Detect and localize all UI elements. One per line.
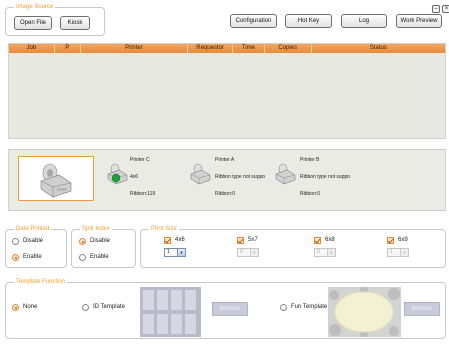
split-index-enable-label: Enable (90, 254, 109, 260)
split-index-enable-radio[interactable] (79, 254, 86, 261)
printer-large-icon (40, 163, 72, 198)
job-table-header: Job P Printer Requestor Time Copies Stat… (9, 44, 445, 53)
fun-template-radio[interactable] (280, 304, 287, 311)
hot-key-button[interactable]: Hot Key (285, 14, 332, 28)
printer-a-ribbon: Ribbon:0 (215, 191, 236, 197)
printer-c-ribbon: Ribbon:119 (130, 191, 156, 197)
size-6x9-checkbox[interactable] (387, 237, 394, 244)
column-p[interactable]: P (55, 44, 81, 53)
image-source-legend: Image Source (14, 3, 56, 12)
id-template-radio[interactable] (82, 304, 89, 311)
id-template-preview (140, 287, 201, 337)
column-copies[interactable]: Copies (265, 44, 312, 53)
printer-a-status: Ribbon type not suppo (215, 174, 266, 180)
template-function-legend: Template Function (14, 278, 68, 287)
column-job[interactable]: Job (9, 44, 55, 53)
printer-b-icon[interactable] (274, 163, 298, 185)
date-printed-enable-radio[interactable] (12, 254, 19, 261)
size-6x9-qty-value: 1 (390, 249, 393, 255)
id-template-label: ID Template (93, 304, 125, 310)
date-printed-enable-label: Enable (23, 254, 42, 260)
split-index-group: Split Index Disable Enable (71, 225, 136, 268)
size-6x8-qty-value: 0 (317, 249, 320, 255)
date-printed-legend: Date Printed (14, 225, 52, 234)
open-file-button[interactable]: Open File (14, 16, 52, 30)
fun-template-browse-button[interactable]: Browse (404, 302, 440, 316)
size-6x8-label: 6x8 (325, 237, 335, 243)
printer-a-icon[interactable] (189, 163, 213, 185)
size-5x7-qty-select[interactable]: 0 ▼ (237, 248, 259, 257)
template-none-label: None (23, 304, 38, 310)
printer-c-name: Printer C (130, 157, 150, 163)
size-4x6-qty-value: 1 (167, 249, 170, 255)
job-table: Job P Printer Requestor Time Copies Stat… (8, 43, 446, 139)
fun-template-preview (328, 287, 401, 337)
size-6x9-label: 6x9 (398, 237, 408, 243)
date-printed-disable-radio[interactable] (12, 238, 19, 245)
chevron-down-icon: ▼ (250, 249, 258, 256)
split-index-disable-label: Disable (90, 238, 111, 244)
template-function-group: Template Function None ID Template Brows… (5, 278, 446, 339)
column-printer[interactable]: Printer (81, 44, 189, 53)
minimize-icon[interactable]: – (432, 5, 440, 13)
column-requestor[interactable]: Requestor (188, 44, 233, 53)
size-5x7-checkbox[interactable] (237, 237, 244, 244)
image-source-group: Image Source Open File Kiosk (5, 3, 105, 36)
size-4x6-checkbox[interactable] (164, 237, 171, 244)
chevron-down-icon: ▼ (400, 249, 408, 256)
size-6x9-qty-select[interactable]: 1 ▼ (387, 248, 409, 257)
fun-template-label: Fun Template (291, 304, 328, 310)
split-index-legend: Split Index (80, 225, 113, 234)
close-icon[interactable]: × (442, 5, 449, 13)
size-5x7-label: 5x7 (248, 237, 258, 243)
printer-c-icon[interactable] (106, 163, 130, 185)
printer-panel: Printer C 4x6 Ribbon:119 Printer A Ribbo… (8, 149, 446, 211)
split-index-disable-radio[interactable] (79, 238, 86, 245)
date-printed-disable-label: Disable (23, 238, 44, 244)
chevron-down-icon: ▼ (177, 249, 185, 256)
log-button[interactable]: Log (341, 14, 387, 28)
printer-b-name: Printer B (300, 157, 320, 163)
column-time[interactable]: Time (233, 44, 265, 53)
kiosk-button[interactable]: Kiosk (60, 16, 90, 30)
size-4x6-label: 4x6 (175, 237, 185, 243)
configuration-button[interactable]: Configuration (230, 14, 277, 28)
size-5x7-qty-value: 0 (240, 249, 243, 255)
printer-b-status: Ribbon type not suppo (300, 174, 351, 180)
printer-a-name: Printer A (215, 157, 235, 163)
id-template-browse-button[interactable]: Browse (212, 302, 248, 316)
work-preview-button[interactable]: Work Preview (396, 14, 442, 28)
main-printer-tile[interactable] (18, 156, 94, 201)
column-status[interactable]: Status (312, 44, 445, 53)
print-size-group: Print Size 4x6 1 ▼ 5x7 0 ▼ 6x8 0 ▼ 6x9 1… (140, 225, 446, 268)
template-none-radio[interactable] (12, 304, 19, 311)
size-6x8-checkbox[interactable] (314, 237, 321, 244)
print-size-legend: Print Size (149, 225, 179, 234)
printer-c-status: 4x6 (130, 174, 139, 180)
size-6x8-qty-select[interactable]: 0 ▼ (314, 248, 336, 257)
printer-b-ribbon: Ribbon:0 (300, 191, 321, 197)
date-printed-group: Date Printed Disable Enable (5, 225, 67, 268)
chevron-down-icon: ▼ (327, 249, 335, 256)
size-4x6-qty-select[interactable]: 1 ▼ (164, 248, 186, 257)
